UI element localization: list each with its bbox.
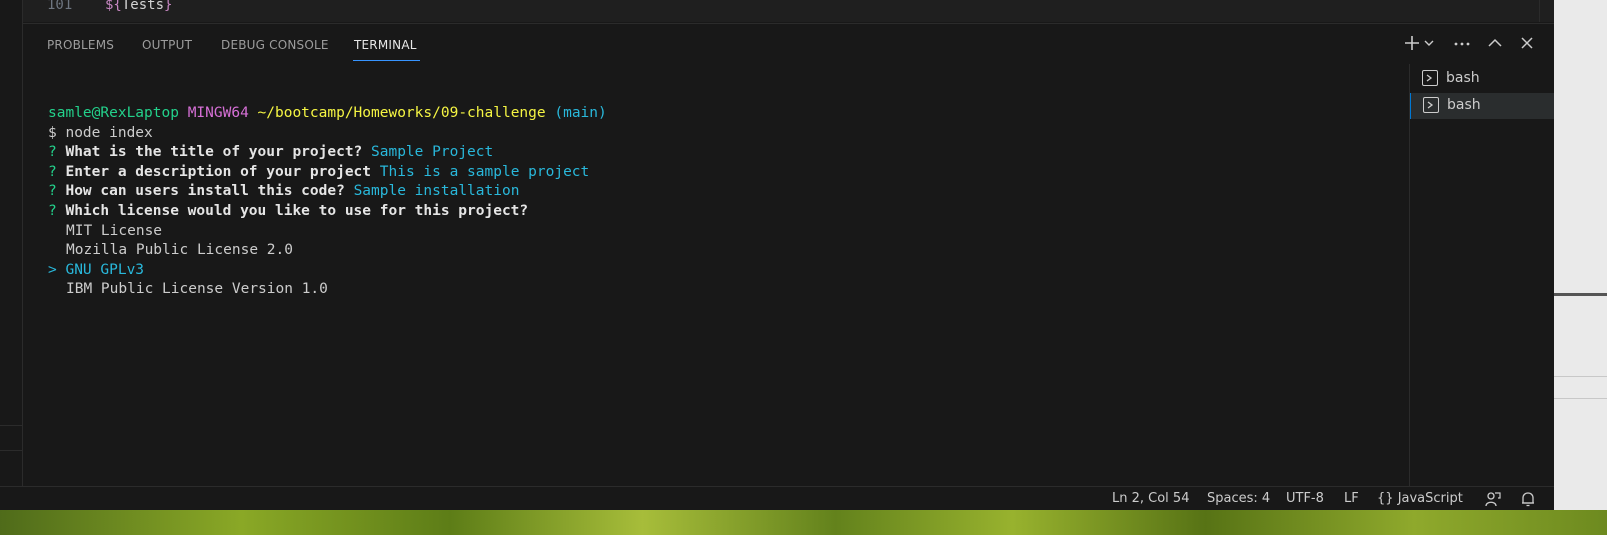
prompt-path: ~/bootcamp/Homeworks/09-challenge bbox=[257, 105, 546, 121]
desktop-wallpaper bbox=[0, 510, 1607, 535]
tab-terminal[interactable]: TERMINAL bbox=[354, 38, 417, 52]
status-bar: Ln 2, Col 54 Spaces: 4 UTF-8 LF {} JavaS… bbox=[0, 486, 1554, 510]
editor-area[interactable]: 101 ${Tests} bbox=[23, 0, 1539, 22]
chevron-up-icon bbox=[1488, 38, 1502, 47]
license-option-selected[interactable]: > GNU GPLv3 bbox=[48, 261, 144, 281]
terminal-tab-bash[interactable]: bash bbox=[1410, 66, 1554, 92]
terminal-tabs-list: bash bash bbox=[1409, 64, 1554, 487]
plus-icon bbox=[1405, 36, 1419, 50]
code-brace-open: ${ bbox=[105, 0, 122, 13]
code-brace-close: } bbox=[164, 0, 173, 13]
feedback-button[interactable] bbox=[1484, 490, 1502, 510]
terminal-output[interactable]: samle@RexLaptop MINGW64 ~/bootcamp/Homew… bbox=[23, 64, 1409, 487]
tab-output[interactable]: OUTPUT bbox=[142, 38, 192, 52]
more-actions-button[interactable] bbox=[1453, 34, 1471, 57]
notifications-button[interactable] bbox=[1520, 490, 1536, 510]
close-panel-button[interactable] bbox=[1519, 34, 1535, 57]
code-line: ${Tests} bbox=[105, 0, 172, 13]
license-option[interactable]: IBM Public License Version 1.0 bbox=[66, 280, 328, 300]
terminal-question: ? Which license would you like to use fo… bbox=[48, 203, 529, 219]
background-window bbox=[1554, 0, 1607, 510]
code-identifier: Tests bbox=[121, 0, 165, 13]
cursor-position[interactable]: Ln 2, Col 54 bbox=[1112, 491, 1189, 506]
maximize-panel-button[interactable] bbox=[1487, 34, 1503, 57]
license-option[interactable]: MIT License bbox=[66, 222, 162, 242]
bottom-panel: PROBLEMS OUTPUT DEBUG CONSOLE TERMINAL s… bbox=[23, 23, 1554, 487]
prompt-branch: (main) bbox=[554, 105, 607, 121]
language-mode[interactable]: {} JavaScript bbox=[1377, 491, 1463, 506]
indentation[interactable]: Spaces: 4 bbox=[1207, 491, 1270, 506]
editor-scrollbar[interactable] bbox=[1539, 0, 1554, 22]
terminal-icon bbox=[1422, 70, 1438, 86]
license-option[interactable]: Mozilla Public License 2.0 bbox=[66, 241, 293, 261]
close-icon bbox=[1521, 37, 1533, 49]
active-tab-indicator bbox=[353, 60, 420, 61]
activity-bar bbox=[0, 0, 23, 486]
terminal-question: ? Enter a description of your project Th… bbox=[48, 163, 590, 180]
chevron-down-icon bbox=[1424, 40, 1434, 46]
tab-problems[interactable]: PROBLEMS bbox=[47, 38, 114, 52]
line-ending[interactable]: LF bbox=[1344, 491, 1359, 506]
terminal-tab-label: bash bbox=[1447, 97, 1481, 113]
vscode-window: 101 ${Tests} PROBLEMS OUTPUT DEBUG CONSO… bbox=[0, 0, 1554, 510]
prompt-user: samle@RexLaptop bbox=[48, 105, 179, 121]
selection-cursor: > bbox=[48, 261, 57, 278]
language-label: JavaScript bbox=[1397, 491, 1463, 506]
terminal-prompt-line: samle@RexLaptop MINGW64 ~/bootcamp/Homew… bbox=[48, 104, 607, 124]
terminal-tab-bash-active[interactable]: bash bbox=[1410, 93, 1554, 119]
line-number: 101 bbox=[47, 0, 73, 13]
prompt-env: MINGW64 bbox=[187, 105, 249, 121]
tab-debug-console[interactable]: DEBUG CONSOLE bbox=[221, 38, 329, 52]
terminal-question: ? What is the title of your project? Sam… bbox=[48, 144, 494, 161]
encoding[interactable]: UTF-8 bbox=[1286, 491, 1324, 506]
bell-icon bbox=[1522, 492, 1534, 507]
terminal-question: ? How can users install this code? Sampl… bbox=[48, 183, 520, 200]
terminal-dropdown-button[interactable] bbox=[1423, 34, 1435, 57]
ellipsis-icon bbox=[1454, 42, 1470, 46]
braces-icon: {} bbox=[1377, 491, 1394, 506]
feedback-icon bbox=[1485, 492, 1501, 507]
terminal-command: $ node index bbox=[48, 124, 153, 141]
terminal-tab-label: bash bbox=[1446, 70, 1480, 86]
new-terminal-button[interactable] bbox=[1403, 34, 1421, 57]
terminal-icon bbox=[1423, 97, 1439, 113]
